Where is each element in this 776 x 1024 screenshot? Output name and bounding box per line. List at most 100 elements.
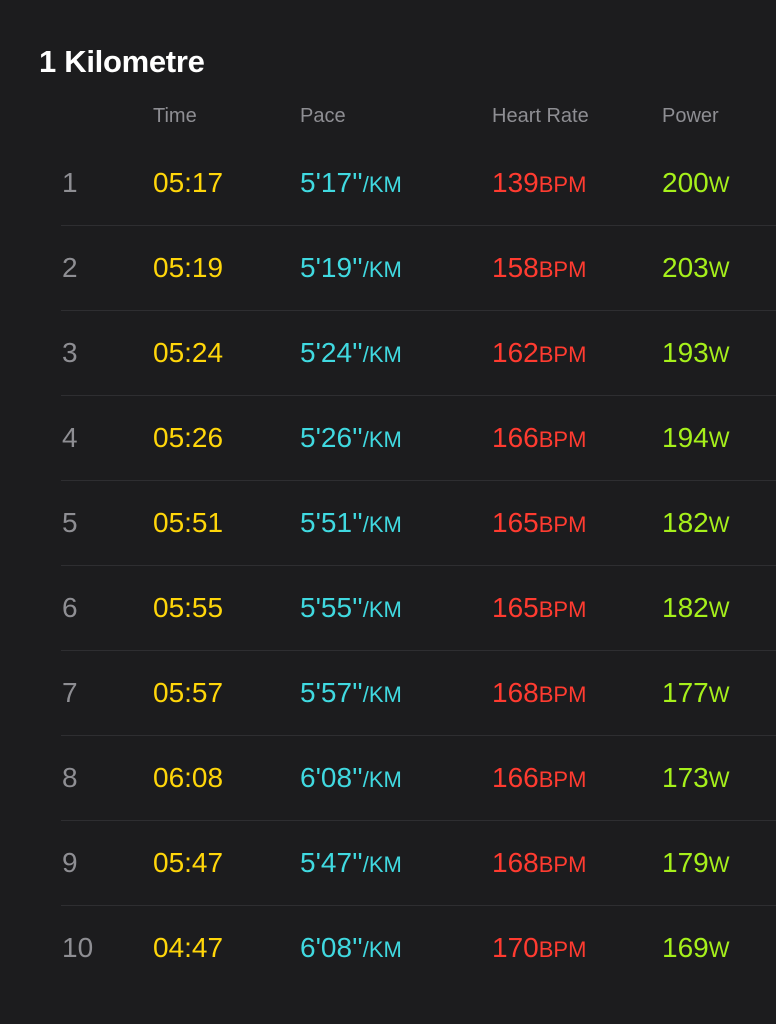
split-row: 10 04:47 6'08''/KM 170BPM 169W: [61, 906, 776, 990]
column-header-heart-rate: Heart Rate: [492, 105, 589, 127]
heart-rate-unit: BPM: [538, 597, 587, 622]
pace-value: 5'55'': [300, 592, 363, 623]
heart-rate-value: 158: [492, 252, 539, 283]
pace-value: 5'24'': [300, 337, 363, 368]
pace-unit: /KM: [362, 427, 402, 452]
heart-rate-unit: BPM: [538, 257, 587, 282]
split-power: 179W: [662, 847, 729, 879]
heart-rate-unit: BPM: [538, 172, 587, 197]
split-pace: 6'08''/KM: [300, 932, 402, 964]
split-heart-rate: 162BPM: [492, 337, 586, 369]
pace-unit: /KM: [362, 512, 402, 537]
split-row: 1 05:17 5'17''/KM 139BPM 200W: [61, 141, 776, 226]
column-header-power: Power: [662, 105, 719, 127]
heart-rate-unit: BPM: [538, 342, 587, 367]
split-row: 4 05:26 5'26''/KM 166BPM 194W: [61, 396, 776, 481]
pace-unit: /KM: [362, 682, 402, 707]
split-power: 203W: [662, 252, 729, 284]
pace-value: 5'17'': [300, 167, 363, 198]
splits-table: 1 05:17 5'17''/KM 139BPM 200W 2 05:19 5'…: [0, 141, 776, 990]
heart-rate-unit: BPM: [538, 937, 587, 962]
split-time: 05:47: [153, 847, 224, 878]
split-heart-rate: 166BPM: [492, 422, 586, 454]
power-value: 182: [662, 592, 709, 623]
heart-rate-value: 166: [492, 422, 539, 453]
power-value: 194: [662, 422, 709, 453]
split-index: 9: [62, 847, 78, 878]
split-power: 173W: [662, 762, 729, 794]
column-header-pace: Pace: [300, 105, 346, 127]
split-heart-rate: 170BPM: [492, 932, 586, 964]
split-pace: 5'51''/KM: [300, 507, 402, 539]
power-unit: W: [708, 512, 730, 537]
power-value: 173: [662, 762, 709, 793]
split-power: 177W: [662, 677, 729, 709]
pace-unit: /KM: [362, 257, 402, 282]
power-unit: W: [708, 682, 730, 707]
split-pace: 5'26''/KM: [300, 422, 402, 454]
power-unit: W: [708, 597, 730, 622]
heart-rate-value: 162: [492, 337, 539, 368]
split-pace: 5'17''/KM: [300, 167, 402, 199]
pace-value: 5'47'': [300, 847, 363, 878]
split-pace: 6'08''/KM: [300, 762, 402, 794]
split-index: 7: [62, 677, 78, 708]
pace-value: 6'08'': [300, 932, 363, 963]
split-pace: 5'55''/KM: [300, 592, 402, 624]
split-row: 3 05:24 5'24''/KM 162BPM 193W: [61, 311, 776, 396]
pace-value: 5'26'': [300, 422, 363, 453]
split-power: 200W: [662, 167, 729, 199]
split-index: 5: [62, 507, 78, 538]
split-row: 9 05:47 5'47''/KM 168BPM 179W: [61, 821, 776, 906]
column-header-time: Time: [153, 105, 197, 127]
split-time: 04:47: [153, 932, 224, 963]
pace-unit: /KM: [362, 937, 402, 962]
split-index: 6: [62, 592, 78, 623]
heart-rate-unit: BPM: [538, 682, 587, 707]
heart-rate-value: 168: [492, 677, 539, 708]
power-value: 200: [662, 167, 709, 198]
power-unit: W: [708, 767, 730, 792]
pace-value: 6'08'': [300, 762, 363, 793]
power-unit: W: [708, 852, 730, 877]
split-pace: 5'19''/KM: [300, 252, 402, 284]
split-row: 5 05:51 5'51''/KM 165BPM 182W: [61, 481, 776, 566]
split-time: 05:51: [153, 507, 224, 538]
heart-rate-unit: BPM: [538, 427, 587, 452]
split-index: 1: [62, 167, 78, 198]
power-unit: W: [708, 342, 730, 367]
power-unit: W: [708, 257, 730, 282]
split-pace: 5'47''/KM: [300, 847, 402, 879]
split-index: 8: [62, 762, 78, 793]
heart-rate-value: 166: [492, 762, 539, 793]
heart-rate-value: 168: [492, 847, 539, 878]
heart-rate-unit: BPM: [538, 767, 587, 792]
split-row: 6 05:55 5'55''/KM 165BPM 182W: [61, 566, 776, 651]
split-time: 05:26: [153, 422, 224, 453]
split-power: 182W: [662, 507, 729, 539]
power-unit: W: [708, 427, 730, 452]
column-header-row: Time Pace Heart Rate Power: [0, 105, 776, 135]
split-time: 05:17: [153, 167, 224, 198]
split-time: 05:57: [153, 677, 224, 708]
split-time: 05:24: [153, 337, 224, 368]
split-heart-rate: 166BPM: [492, 762, 586, 794]
split-heart-rate: 165BPM: [492, 592, 586, 624]
split-time: 06:08: [153, 762, 224, 793]
split-power: 169W: [662, 932, 729, 964]
split-power: 182W: [662, 592, 729, 624]
split-power: 194W: [662, 422, 729, 454]
split-heart-rate: 168BPM: [492, 847, 586, 879]
heart-rate-value: 165: [492, 507, 539, 538]
heart-rate-unit: BPM: [538, 852, 587, 877]
pace-unit: /KM: [362, 342, 402, 367]
split-heart-rate: 158BPM: [492, 252, 586, 284]
power-unit: W: [708, 172, 730, 197]
power-value: 169: [662, 932, 709, 963]
split-pace: 5'57''/KM: [300, 677, 402, 709]
split-row: 2 05:19 5'19''/KM 158BPM 203W: [61, 226, 776, 311]
split-power: 193W: [662, 337, 729, 369]
split-index: 3: [62, 337, 78, 368]
pace-unit: /KM: [362, 852, 402, 877]
power-value: 203: [662, 252, 709, 283]
